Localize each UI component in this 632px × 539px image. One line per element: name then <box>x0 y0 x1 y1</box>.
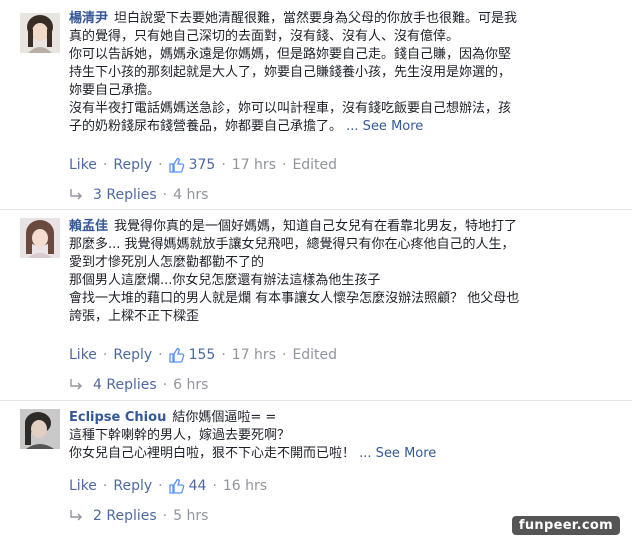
like-count[interactable]: 44 <box>189 478 207 494</box>
comment-text-line: 我覺得你真的是一個好媽媽，知道自己女兒有在看靠北男友，特地打了 <box>114 219 518 234</box>
comment-text-line: 妳要自己承擔。 <box>69 83 161 98</box>
separator-dot: · <box>158 347 163 363</box>
comment-timestamp[interactable]: 17 hrs <box>232 157 276 173</box>
separator-dot: · <box>162 187 168 203</box>
separator-dot: · <box>102 157 108 173</box>
comment-text-line: 這種下幹喇幹的男人，嫁過去要死啊？ <box>69 428 291 443</box>
watermark: funpeer.com <box>511 516 620 535</box>
separator-dot: · <box>281 347 287 363</box>
reply-arrow-icon <box>70 510 82 521</box>
replies-timestamp: 4 hrs <box>173 187 209 203</box>
separator-dot: · <box>281 157 287 173</box>
separator-dot: · <box>158 157 163 173</box>
thumbs-up-icon[interactable] <box>168 347 185 363</box>
separator-dot: · <box>102 347 108 363</box>
comment-text-line: 沒有半夜打電話媽媽送急診，妳可以叫計程車，沒有錢吃飯要自己想辦法，孩 <box>69 101 512 116</box>
like-button[interactable]: Like <box>69 478 97 494</box>
like-count[interactable]: 155 <box>189 347 216 363</box>
separator-dot: · <box>158 478 163 494</box>
comment-text-line: 會找一大堆的藉口的男人就是爛 有本事讓女人懷孕怎麼沒辦法照顧？ 他父母也 <box>69 291 520 306</box>
view-replies-link[interactable]: 2 Replies <box>93 508 157 524</box>
comment-author[interactable]: 賴孟佳 <box>69 219 108 234</box>
commenter-avatar[interactable] <box>20 409 60 449</box>
reply-button[interactable]: Reply <box>113 347 152 363</box>
comment-text-line: 結你媽個逼啦= = <box>172 410 277 425</box>
thumbs-up-icon[interactable] <box>168 157 185 173</box>
comment-text-line: 你可以告訴她，媽媽永遠是你媽媽，但是路妳要自己走。錢自己賺，因為你堅 <box>69 47 512 62</box>
reply-button[interactable]: Reply <box>113 157 152 173</box>
edited-label[interactable]: Edited <box>292 347 337 363</box>
comment-text-line: 子的奶粉錢尿布錢營養品，妳都要自己承擔了。 <box>69 119 343 134</box>
view-replies-link[interactable]: 4 Replies <box>93 377 157 393</box>
reply-arrow-icon <box>70 189 82 200</box>
thumbs-up-icon[interactable] <box>168 478 185 494</box>
separator-dot: · <box>221 347 226 363</box>
replies-timestamp: 6 hrs <box>173 377 209 393</box>
comment-text-line: 你女兒自己心裡明白啦，狠不下心走不開而已啦！ <box>69 446 356 461</box>
comment-timestamp[interactable]: 16 hrs <box>223 478 267 494</box>
comment-author[interactable]: 楊清尹 <box>69 11 108 26</box>
comment-text-line: 坦白說愛下去要她清醒很難，當然要身為父母的你放手也很難。可是我 <box>114 11 518 26</box>
commenter-avatar[interactable] <box>20 218 60 258</box>
avatar-photo <box>20 218 60 258</box>
comment-author[interactable]: Eclipse Chiou <box>69 410 166 425</box>
avatar-photo <box>20 409 60 449</box>
comment-text-line: 那麼多... 我覺得媽媽就放手讓女兒飛吧，總覺得只有你在心疼他自己的人生， <box>69 237 515 252</box>
like-button[interactable]: Like <box>69 347 97 363</box>
comment-timestamp[interactable]: 17 hrs <box>232 347 276 363</box>
separator-dot: · <box>102 478 108 494</box>
commenter-avatar[interactable] <box>20 13 60 53</box>
separator-dot: · <box>162 508 168 524</box>
divider <box>0 209 632 210</box>
like-button[interactable]: Like <box>69 157 97 173</box>
see-more-link[interactable]: ... See More <box>346 119 423 134</box>
see-more-link[interactable]: ... See More <box>359 446 436 461</box>
avatar-photo <box>20 13 60 53</box>
reply-arrow-icon <box>70 379 82 390</box>
comment-text-line: 愛到才慘死別人怎麼勸都勸不了的 <box>69 255 265 270</box>
separator-dot: · <box>212 478 217 494</box>
separator-dot: · <box>221 157 226 173</box>
comment-text-line: 真的覺得，只有她自己深切的去面對，沒有錢、沒有人、沒有億倖。 <box>69 29 460 44</box>
comment-text-line: 那個男人這麼爛...你女兒怎麼還有辦法這樣為他生孩子 <box>69 273 381 288</box>
comment-text-line: 持生下小孩的那刻起就是大人了，妳要自己賺錢養小孩，先生沒用是妳選的， <box>69 65 512 80</box>
reply-button[interactable]: Reply <box>113 478 152 494</box>
view-replies-link[interactable]: 3 Replies <box>93 187 157 203</box>
divider <box>0 400 632 401</box>
like-count[interactable]: 375 <box>189 157 216 173</box>
comment-text-line: 誇張，上樑不正下樑歪 <box>69 309 200 324</box>
separator-dot: · <box>162 377 168 393</box>
replies-timestamp: 5 hrs <box>173 508 209 524</box>
edited-label[interactable]: Edited <box>292 157 337 173</box>
